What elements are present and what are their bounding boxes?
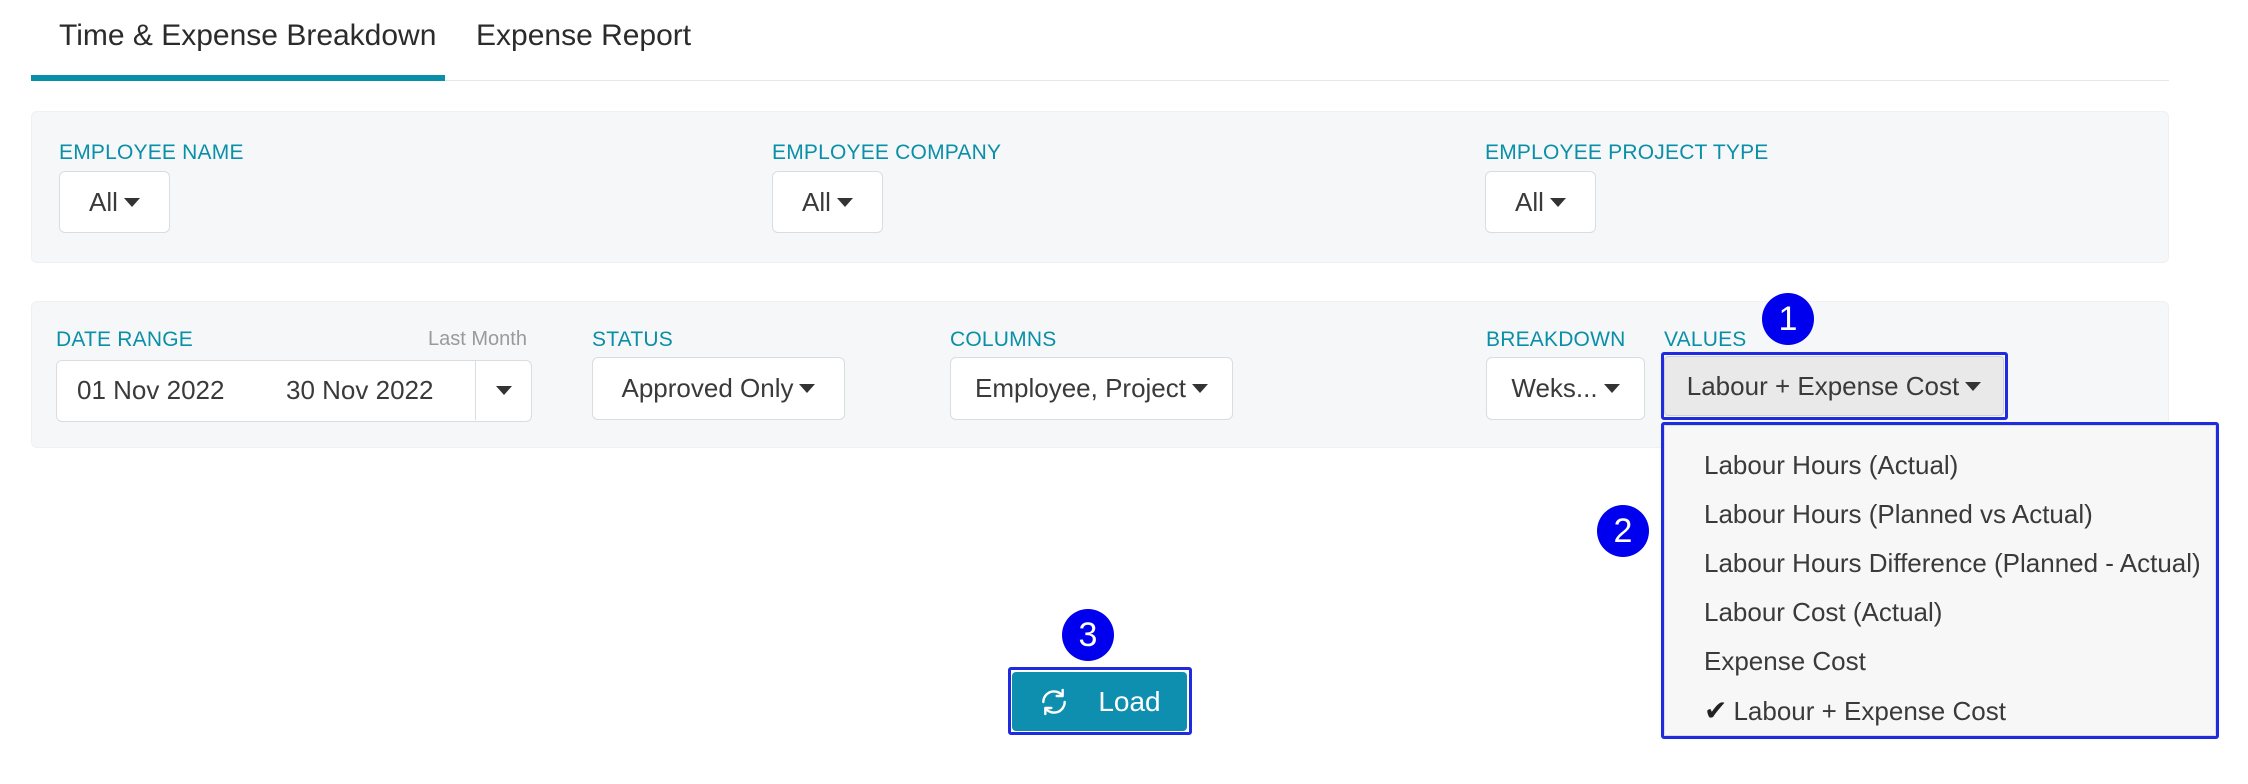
active-tab-indicator [31, 75, 445, 81]
caret-down-icon [1603, 384, 1620, 393]
caret-down-icon [1549, 197, 1566, 207]
caret-down-icon [1191, 384, 1208, 393]
annotation-badge-3: 3 [1062, 609, 1114, 661]
columns-dropdown[interactable]: Employee, Project [950, 357, 1233, 420]
caret-down-icon [799, 384, 816, 393]
employee-filter-panel [31, 111, 2169, 263]
breakdown-value: Weks... [1511, 373, 1598, 403]
date-preset-toggle[interactable] [475, 361, 531, 420]
date-preset-label[interactable]: Last Month [428, 328, 527, 351]
annotation-badge-1: 1 [1762, 293, 1814, 345]
caret-down-icon [495, 386, 512, 395]
employee-company-dropdown[interactable]: All [772, 171, 883, 233]
annotation-highlight-menu [1661, 422, 2219, 739]
annotation-highlight-load [1008, 667, 1192, 735]
status-dropdown[interactable]: Approved Only [592, 357, 845, 420]
annotation-badge-2: 2 [1597, 505, 1649, 557]
breakdown-dropdown[interactable]: Weks... [1486, 357, 1645, 420]
columns-label: COLUMNS [950, 328, 1057, 351]
caret-down-icon [836, 197, 853, 207]
tab-expense-report[interactable]: Expense Report [476, 14, 691, 58]
employee-name-value: All [89, 186, 118, 217]
columns-value: Employee, Project [975, 373, 1186, 403]
employee-company-value: All [802, 186, 831, 217]
employee-project-type-value: All [1515, 186, 1544, 217]
caret-down-icon [123, 197, 140, 207]
employee-project-type-dropdown[interactable]: All [1485, 171, 1596, 233]
employee-project-type-label: EMPLOYEE PROJECT TYPE [1485, 141, 1769, 164]
status-value: Approved Only [621, 373, 794, 403]
employee-name-dropdown[interactable]: All [59, 171, 170, 233]
start-date-input[interactable]: 01 Nov 2022 [57, 361, 267, 420]
date-range-picker: 01 Nov 2022 30 Nov 2022 [56, 360, 532, 422]
values-label: VALUES [1664, 328, 1747, 351]
annotation-highlight-values [1661, 352, 2008, 420]
end-date-input[interactable]: 30 Nov 2022 [266, 361, 476, 420]
tab-time-expense-breakdown[interactable]: Time & Expense Breakdown [59, 14, 436, 58]
employee-company-label: EMPLOYEE COMPANY [772, 141, 1002, 164]
status-label: STATUS [592, 328, 673, 351]
breakdown-label: BREAKDOWN [1486, 328, 1626, 351]
employee-name-label: EMPLOYEE NAME [59, 141, 244, 164]
date-range-label: DATE RANGE [56, 328, 193, 351]
